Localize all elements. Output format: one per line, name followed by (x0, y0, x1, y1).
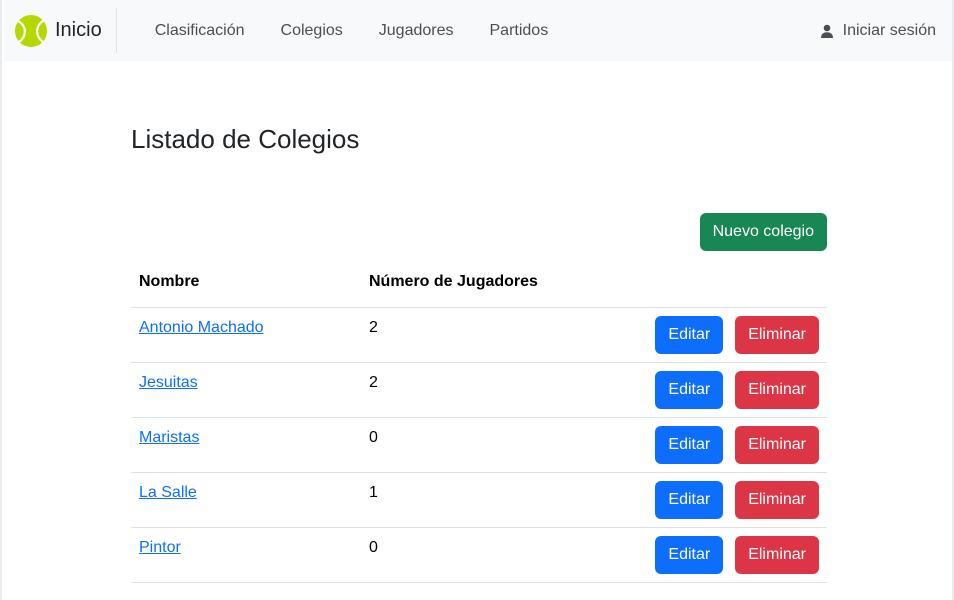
nav-link-clasificacion[interactable]: Clasificación (137, 22, 263, 40)
nav-link-jugadores[interactable]: Jugadores (361, 22, 472, 40)
nav-link-partidos[interactable]: Partidos (472, 22, 567, 40)
edit-button[interactable]: Editar (655, 480, 724, 519)
edit-button[interactable]: Editar (655, 425, 724, 464)
edit-button[interactable]: Editar (655, 370, 724, 409)
school-link[interactable]: Pintor (139, 539, 181, 556)
delete-button[interactable]: Eliminar (735, 480, 819, 519)
players-count: 0 (361, 527, 611, 583)
table-row: Pintor 0 Editar Eliminar (131, 527, 827, 583)
login-link[interactable]: Iniciar sesión (820, 0, 936, 61)
table-row: La Salle 1 Editar Eliminar (131, 472, 827, 528)
players-count: 2 (361, 307, 611, 363)
schools-table: Nombre Número de Jugadores Antonio Macha… (131, 258, 827, 583)
tennis-ball-icon (15, 14, 47, 47)
table-row: Antonio Machado 2 Editar Eliminar (131, 307, 827, 363)
nav-links: Clasificación Colegios Jugadores Partido… (137, 22, 567, 40)
players-count: 1 (361, 472, 611, 528)
brand-text: Inicio (55, 19, 102, 41)
players-count: 0 (361, 417, 611, 473)
delete-button[interactable]: Eliminar (735, 425, 819, 464)
header-actions (611, 258, 827, 308)
school-link[interactable]: Jesuitas (139, 374, 198, 391)
page-title: Listado de Colegios (131, 124, 360, 154)
school-link[interactable]: Antonio Machado (139, 319, 264, 336)
navbar: Inicio Clasificación Colegios Jugadores … (4, 0, 952, 61)
school-link[interactable]: Maristas (139, 429, 199, 446)
new-school-button[interactable]: Nuevo colegio (699, 213, 827, 251)
delete-button[interactable]: Eliminar (735, 315, 819, 354)
browser-viewport: Inicio Clasificación Colegios Jugadores … (0, 0, 954, 600)
edit-button[interactable]: Editar (655, 535, 724, 574)
user-icon (820, 24, 833, 38)
header-numero-jugadores: Número de Jugadores (361, 258, 611, 308)
table-row: Maristas 0 Editar Eliminar (131, 417, 827, 473)
brand-link[interactable]: Inicio (4, 8, 117, 53)
login-label: Iniciar sesión (842, 21, 936, 39)
nav-link-colegios[interactable]: Colegios (263, 22, 361, 40)
school-link[interactable]: La Salle (139, 484, 197, 501)
delete-button[interactable]: Eliminar (735, 370, 819, 409)
header-nombre: Nombre (131, 258, 361, 308)
table-row: Jesuitas 2 Editar Eliminar (131, 362, 827, 418)
delete-button[interactable]: Eliminar (735, 535, 819, 574)
table-header-row: Nombre Número de Jugadores (131, 258, 827, 308)
players-count: 2 (361, 362, 611, 418)
edit-button[interactable]: Editar (655, 315, 724, 354)
